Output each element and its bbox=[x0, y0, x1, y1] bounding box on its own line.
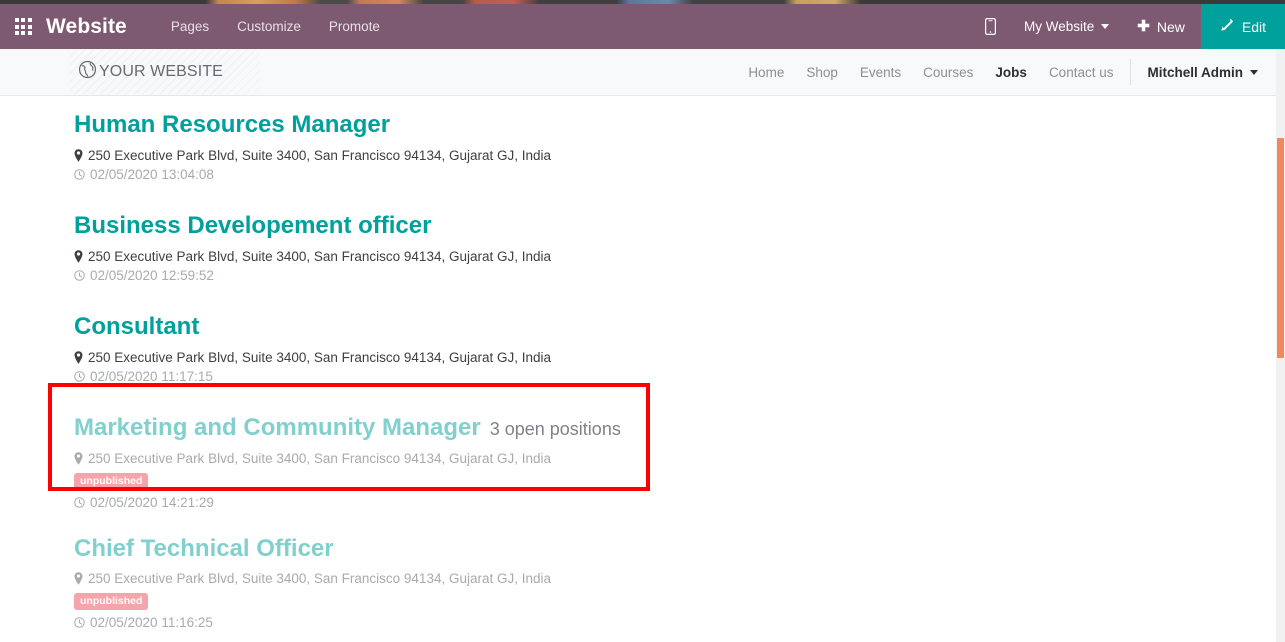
job-address: 250 Executive Park Blvd, Suite 3400, San… bbox=[74, 350, 1276, 365]
job-open-positions: 3 open positions bbox=[489, 418, 621, 439]
job-list-item[interactable]: Business Developement officer 250 Execut… bbox=[0, 199, 1276, 283]
user-menu-label: Mitchell Admin bbox=[1147, 64, 1243, 80]
plus-icon: ✚ bbox=[1137, 18, 1150, 35]
menu-item-promote[interactable]: Promote bbox=[329, 19, 380, 34]
job-title-row: Chief Technical Officer bbox=[74, 522, 1276, 563]
website-header: YOUR WEBSITE Home Shop Events Courses Jo… bbox=[0, 49, 1276, 96]
job-timestamp: 02/05/2020 13:04:08 bbox=[74, 167, 1276, 182]
job-list-item[interactable]: Chief Technical Officer 250 Executive Pa… bbox=[0, 522, 1276, 630]
app-brand-website[interactable]: Website bbox=[46, 15, 127, 39]
job-title-row: Human Resources Manager bbox=[74, 98, 1276, 139]
user-menu[interactable]: Mitchell Admin bbox=[1130, 59, 1258, 85]
job-timestamp-text: 02/05/2020 14:21:29 bbox=[90, 494, 214, 510]
job-title-link[interactable]: Consultant bbox=[74, 313, 199, 341]
map-pin-icon bbox=[74, 451, 83, 465]
job-title-row: Marketing and Community Manager 3 open p… bbox=[74, 401, 1276, 442]
apps-grid-icon[interactable] bbox=[0, 4, 46, 49]
background-page-sliver bbox=[0, 0, 1285, 4]
job-timestamp-text: 02/05/2020 12:59:52 bbox=[90, 267, 214, 283]
map-pin-icon bbox=[74, 249, 83, 263]
scrollbar-thumb[interactable] bbox=[1277, 138, 1284, 358]
nav-link-events[interactable]: Events bbox=[849, 65, 912, 80]
job-address: 250 Executive Park Blvd, Suite 3400, San… bbox=[74, 249, 1276, 264]
menu-item-customize[interactable]: Customize bbox=[237, 19, 301, 34]
backend-menu: Pages Customize Promote bbox=[171, 19, 380, 34]
nav-link-home[interactable]: Home bbox=[737, 65, 795, 80]
job-timestamp: 02/05/2020 12:59:52 bbox=[74, 268, 1276, 283]
website-selector-label: My Website bbox=[1024, 19, 1095, 34]
nav-link-courses[interactable]: Courses bbox=[912, 65, 984, 80]
job-list-item-highlighted[interactable]: Marketing and Community Manager 3 open p… bbox=[0, 401, 1276, 510]
globe-icon bbox=[78, 60, 97, 84]
menu-item-pages[interactable]: Pages bbox=[171, 19, 209, 34]
new-button[interactable]: ✚ New bbox=[1121, 19, 1201, 35]
job-address-text: 250 Executive Park Blvd, Suite 3400, San… bbox=[88, 248, 552, 264]
mobile-phone-icon[interactable] bbox=[969, 18, 1012, 35]
job-timestamp-text: 02/05/2020 13:04:08 bbox=[90, 166, 214, 182]
nav-link-shop[interactable]: Shop bbox=[795, 65, 849, 80]
job-title-link[interactable]: Marketing and Community Manager bbox=[74, 414, 481, 442]
jobs-list: Human Resources Manager 250 Executive Pa… bbox=[0, 96, 1276, 642]
job-address-text: 250 Executive Park Blvd, Suite 3400, San… bbox=[88, 349, 552, 365]
job-timestamp: 02/05/2020 11:16:25 bbox=[74, 615, 1276, 630]
job-title-row: Business Developement officer bbox=[74, 199, 1276, 240]
edit-button-label: Edit bbox=[1241, 18, 1266, 35]
status-badge-unpublished: unpublished bbox=[74, 472, 149, 490]
job-list-item[interactable]: Human Resources Manager 250 Executive Pa… bbox=[0, 96, 1276, 182]
website-logo-text: YOUR WEBSITE bbox=[99, 63, 223, 80]
job-timestamp-text: 02/05/2020 11:17:15 bbox=[90, 368, 213, 384]
job-address: 250 Executive Park Blvd, Suite 3400, San… bbox=[74, 451, 1276, 466]
nav-link-contact-us[interactable]: Contact us bbox=[1038, 65, 1125, 80]
job-timestamp-text: 02/05/2020 11:16:25 bbox=[90, 615, 213, 631]
edit-button[interactable]: Edit bbox=[1200, 4, 1285, 49]
clock-icon bbox=[74, 269, 85, 281]
chevron-down-icon bbox=[1250, 69, 1258, 75]
map-pin-icon bbox=[74, 149, 83, 162]
clock-icon bbox=[74, 370, 85, 382]
map-pin-icon bbox=[74, 572, 83, 586]
new-button-label: New bbox=[1156, 18, 1185, 35]
job-timestamp: 02/05/2020 14:21:29 bbox=[74, 495, 1276, 510]
website-logo[interactable]: YOUR WEBSITE bbox=[78, 60, 223, 84]
job-title-link[interactable]: Business Developement officer bbox=[74, 212, 431, 240]
website-nav: Home Shop Events Courses Jobs Contact us… bbox=[737, 59, 1276, 85]
job-address: 250 Executive Park Blvd, Suite 3400, San… bbox=[74, 571, 1276, 586]
map-pin-icon bbox=[74, 350, 83, 364]
inner-scrollbar-track bbox=[1268, 96, 1276, 642]
backend-navbar: Website Pages Customize Promote My Websi… bbox=[0, 4, 1285, 49]
job-title-link[interactable]: Chief Technical Officer bbox=[74, 535, 334, 563]
job-timestamp: 02/05/2020 11:17:15 bbox=[74, 369, 1276, 384]
job-title-link[interactable]: Human Resources Manager bbox=[74, 111, 390, 139]
pencil-icon bbox=[1220, 18, 1234, 35]
clock-icon bbox=[74, 496, 85, 508]
job-address-text: 250 Executive Park Blvd, Suite 3400, San… bbox=[88, 450, 552, 466]
job-title-row: Consultant bbox=[74, 300, 1276, 341]
job-address-text: 250 Executive Park Blvd, Suite 3400, San… bbox=[88, 571, 552, 587]
website-selector[interactable]: My Website bbox=[1012, 19, 1121, 34]
clock-icon bbox=[74, 617, 85, 629]
nav-link-jobs[interactable]: Jobs bbox=[984, 65, 1038, 80]
chevron-down-icon bbox=[1101, 24, 1110, 29]
job-address-text: 250 Executive Park Blvd, Suite 3400, San… bbox=[88, 147, 552, 163]
status-badge-unpublished: unpublished bbox=[74, 593, 149, 611]
job-address: 250 Executive Park Blvd, Suite 3400, San… bbox=[74, 148, 1276, 163]
job-list-item[interactable]: Consultant 250 Executive Park Blvd, Suit… bbox=[0, 300, 1276, 384]
backend-navbar-right: My Website ✚ New Edit bbox=[969, 4, 1285, 49]
clock-icon bbox=[74, 169, 85, 180]
